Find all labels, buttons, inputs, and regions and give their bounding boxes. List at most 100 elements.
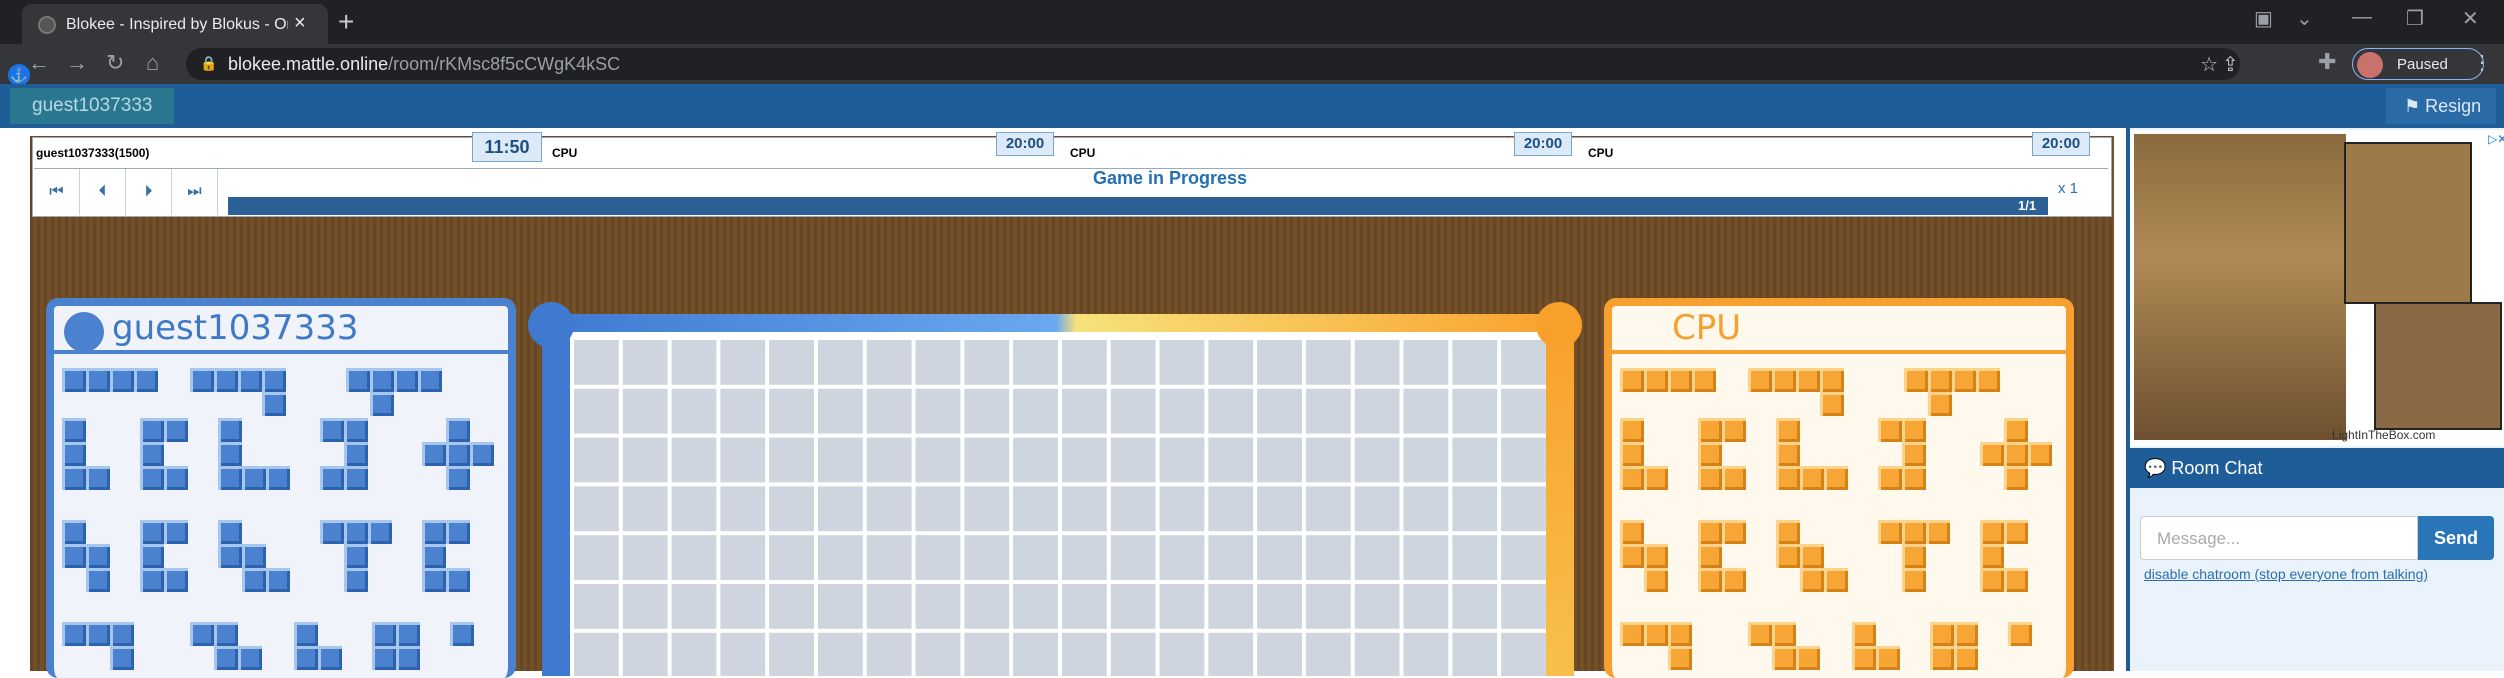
blue-piece[interactable] — [346, 368, 442, 416]
first-move-icon[interactable]: ⏮ — [34, 169, 80, 215]
blue-piece[interactable] — [422, 520, 470, 592]
blue-piece[interactable] — [218, 418, 290, 490]
player4-clock: 20:00 — [2032, 132, 2090, 156]
browser-tab-bar: Blokee - Inspired by Blokus - Onl × + ▣ … — [0, 0, 2504, 44]
lock-icon[interactable]: 🔒 — [200, 55, 217, 72]
move-counter: 1/1 — [2018, 198, 2037, 213]
orange-piece — [1776, 520, 1848, 592]
ad-image-shirt[interactable] — [2344, 142, 2472, 304]
orange-piece — [1852, 622, 1900, 670]
blue-piece[interactable] — [190, 622, 262, 670]
reload-icon[interactable]: ↻ — [106, 50, 124, 76]
back-icon[interactable]: ← — [28, 50, 50, 76]
player2-label: CPU — [552, 146, 578, 160]
previous-move-icon[interactable]: ⏴ — [80, 169, 126, 215]
window-close-icon[interactable]: ✕ — [2462, 6, 2479, 31]
blue-piece[interactable] — [372, 622, 420, 670]
orange-piece — [1620, 368, 1716, 392]
ad-choices-icon[interactable]: ▷✕ — [2488, 132, 2504, 146]
player-color-indicator — [64, 312, 104, 352]
blue-piece[interactable] — [422, 418, 494, 490]
profile-button[interactable]: Paused — [2352, 48, 2484, 80]
blue-piece[interactable] — [62, 418, 110, 490]
blue-piece[interactable] — [450, 622, 474, 646]
game-status: Game in Progress — [1092, 168, 1248, 188]
ad-image-sweater[interactable] — [2134, 134, 2346, 440]
board-grid[interactable] — [570, 332, 1546, 676]
player1-label: guest1037333(1500) — [36, 146, 150, 160]
player4-label: CPU — [1588, 146, 1614, 160]
cpu-name: CPU — [1672, 308, 1742, 348]
blue-piece[interactable] — [62, 368, 158, 392]
orange-piece — [1698, 520, 1746, 592]
avatar — [2357, 52, 2383, 78]
player3-label: CPU — [1070, 146, 1096, 160]
blue-piece[interactable] — [62, 622, 134, 670]
orange-piece — [1620, 520, 1668, 592]
orange-piece — [1980, 520, 2028, 592]
site-favicon-icon — [38, 16, 56, 34]
site-header: guest1037333 ⚑ Resign — [0, 84, 2504, 128]
blue-piece[interactable] — [190, 368, 286, 416]
player-name: guest1037333 — [112, 308, 359, 348]
profile-status: Paused — [2397, 56, 2448, 73]
ad-image-jacket[interactable] — [2374, 302, 2502, 430]
orange-piece — [1878, 520, 1950, 592]
orange-piece — [1620, 418, 1668, 490]
blue-piece[interactable] — [320, 520, 392, 592]
orange-piece — [1748, 622, 1820, 670]
resign-button[interactable]: ⚑ Resign — [2386, 88, 2496, 124]
orange-piece — [2008, 622, 2032, 646]
chevron-down-icon[interactable]: ⌄ — [2296, 6, 2313, 31]
speed-button[interactable]: x 1 — [2058, 180, 2078, 197]
chat-message-input[interactable]: Message... — [2140, 516, 2418, 560]
orange-piece — [1930, 622, 1978, 670]
orange-piece — [1620, 622, 1692, 670]
orange-piece — [1748, 368, 1844, 416]
blue-piece[interactable] — [62, 520, 110, 592]
panel-header: guest1037333 — [54, 306, 508, 354]
url-text: blokee.mattle.online/room/rKMsc8f5cCWgK4… — [228, 54, 621, 74]
orange-piece — [1878, 418, 1926, 490]
browser-menu-icon[interactable]: ⋮ — [2472, 50, 2492, 75]
chat-header: 💬 Room Chat — [2130, 448, 2504, 488]
resign-label: Resign — [2425, 96, 2482, 116]
anchor-icon[interactable]: ⚓ — [8, 64, 30, 86]
orange-piece — [1776, 418, 1848, 490]
advertisement[interactable] — [2130, 130, 2504, 446]
extensions-icon[interactable]: ✚ — [2318, 49, 2336, 75]
orange-piece — [1904, 368, 2000, 416]
move-progress-bar[interactable] — [228, 197, 2048, 215]
minimize-icon[interactable]: — — [2352, 6, 2372, 29]
browser-tab[interactable]: Blokee - Inspired by Blokus - Onl × — [22, 4, 328, 44]
address-bar[interactable]: 🔒 blokee.mattle.online/room/rKMsc8f5cCWg… — [186, 48, 2240, 80]
orange-piece — [1980, 418, 2052, 490]
home-icon[interactable]: ⌂ — [146, 50, 159, 76]
last-move-icon[interactable]: ⏭ — [172, 169, 218, 215]
ad-logo: LightInTheBox.com — [2332, 428, 2436, 442]
blue-piece[interactable] — [294, 622, 342, 670]
close-tab-icon[interactable]: × — [294, 12, 306, 35]
restore-icon[interactable]: ❐ — [2406, 6, 2424, 31]
blue-piece[interactable] — [140, 418, 188, 490]
blue-piece[interactable] — [218, 520, 290, 592]
send-button[interactable]: Send — [2418, 516, 2494, 560]
blue-start-corner — [528, 302, 574, 348]
disable-chatroom-link[interactable]: disable chatroom (stop everyone from tal… — [2144, 566, 2428, 582]
board-right-edge — [1544, 336, 1574, 676]
flag-icon: ⚑ — [2404, 96, 2426, 116]
username-badge[interactable]: guest1037333 — [10, 88, 175, 124]
tab-search-icon[interactable]: ▣ — [2254, 6, 2273, 31]
browser-nav-bar: ← → ↻ ⌂ 🔒 blokee.mattle.online/room/rKMs… — [0, 44, 2504, 84]
forward-icon[interactable]: → — [66, 50, 88, 76]
new-tab-icon[interactable]: + — [338, 6, 354, 38]
share-icon[interactable]: ⇪ — [2222, 52, 2239, 77]
chat-bubble-icon: 💬 — [2144, 458, 2172, 478]
next-move-icon[interactable]: ⏵ — [126, 169, 172, 215]
blue-piece[interactable] — [140, 520, 188, 592]
bookmark-star-icon[interactable]: ☆ — [2200, 52, 2218, 77]
blue-piece[interactable] — [320, 418, 368, 490]
chat-title: Room Chat — [2171, 458, 2263, 478]
game-board — [528, 296, 1594, 676]
player3-clock: 20:00 — [1514, 132, 1572, 156]
